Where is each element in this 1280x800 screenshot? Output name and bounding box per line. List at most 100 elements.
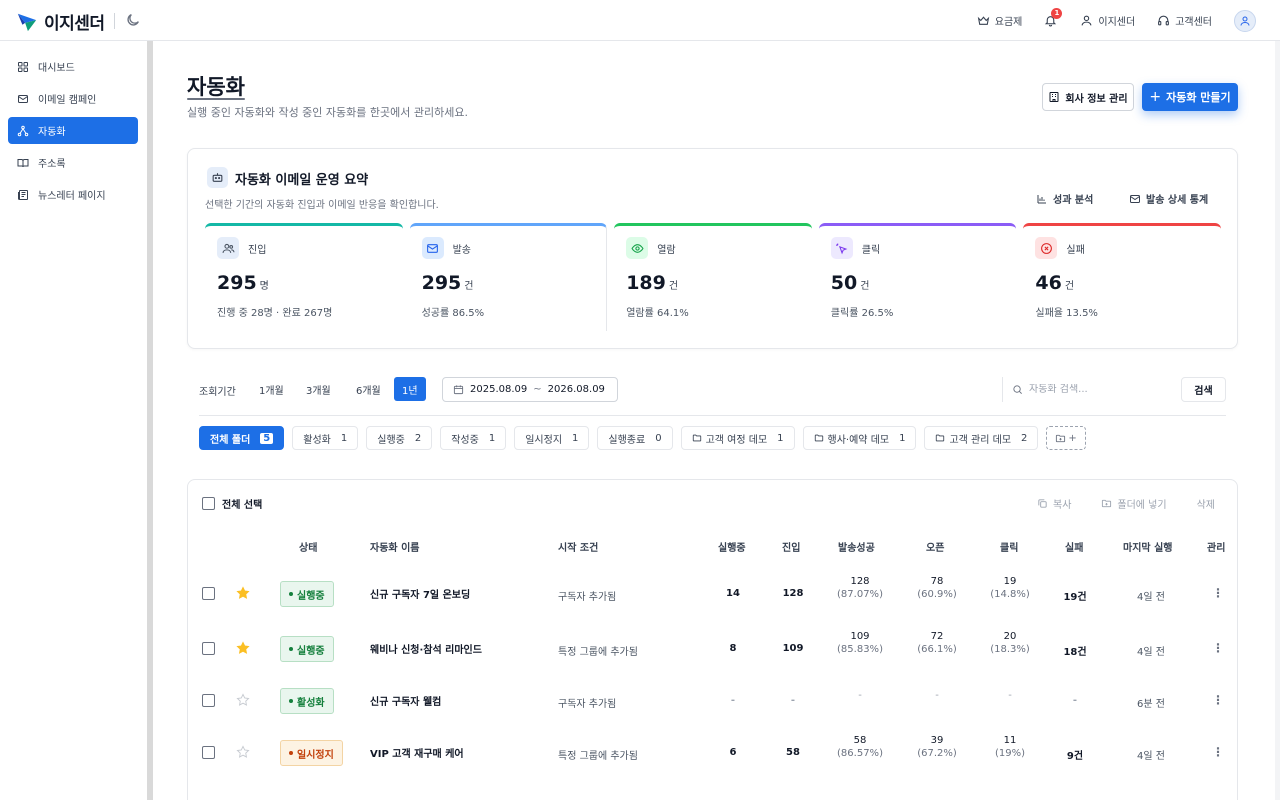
search-input[interactable] <box>1029 384 1169 395</box>
support-link[interactable]: 고객센터 <box>1157 13 1212 28</box>
more-icon[interactable]: ⋮ <box>1212 745 1224 759</box>
folder-chip[interactable]: 전체 폴더 5 <box>199 426 285 450</box>
search-button[interactable]: 검색 <box>1181 377 1226 402</box>
notifications-button[interactable]: 1 <box>1044 7 1063 28</box>
add-folder-button[interactable]: + <box>1046 426 1086 450</box>
status-badge: 활성화 <box>280 688 334 714</box>
create-automation-label: 자동화 만들기 <box>1166 91 1231 104</box>
avatar[interactable] <box>1234 9 1256 32</box>
move-to-folder-button[interactable]: 폴더에 넣기 <box>1101 496 1167 511</box>
automation-name[interactable]: 신규 구독자 7일 온보딩 <box>370 586 470 601</box>
sidebar-item-label: 대시보드 <box>38 63 75 74</box>
col-name[interactable]: 자동화 이름 <box>370 539 419 554</box>
sidebar: 대시보드 이메일 캠페인 자동화 주소록 뉴스레터 페이지 <box>0 41 148 800</box>
folder-chip[interactable]: 고객 관리 데모 2 <box>924 426 1039 450</box>
col-sent[interactable]: 발송성공 <box>838 539 875 554</box>
more-icon[interactable]: ⋮ <box>1212 693 1224 707</box>
sidebar-item-address-book[interactable]: 주소록 <box>8 149 138 176</box>
col-open[interactable]: 오픈 <box>926 539 944 554</box>
more-icon[interactable]: ⋮ <box>1212 641 1224 655</box>
kpi-unit: 건 <box>464 281 474 292</box>
star-icon[interactable] <box>236 586 250 600</box>
automation-name[interactable]: 신규 구독자 웰컴 <box>370 693 441 708</box>
date-range-picker[interactable]: 2025.08.09 ~ 2026.08.09 <box>442 377 618 402</box>
user-avatar-icon <box>1240 16 1250 26</box>
divider <box>114 13 115 29</box>
col-status[interactable]: 상태 <box>299 539 317 554</box>
status-badge: 실행중 <box>280 581 334 607</box>
row-checkbox[interactable] <box>202 642 215 655</box>
add-folder-label: + <box>1068 432 1077 444</box>
status-label: 실행중 <box>297 645 325 657</box>
table-row[interactable]: 실행중 신규 구독자 7일 온보딩 구독자 추가됨 14 128 128 (87.07%) 7… <box>188 568 1239 620</box>
trigger-condition: 특정 그룹에 추가됨 <box>558 647 638 658</box>
main-scrollbar[interactable] <box>1275 41 1280 800</box>
app-logo[interactable]: 이지센더 <box>16 9 105 34</box>
trigger-condition: 특정 그룹에 추가됨 <box>558 751 638 762</box>
period-option-6m[interactable]: 6개월 <box>348 377 389 401</box>
mail-icon <box>1130 194 1140 203</box>
period-option-1y[interactable]: 1년 <box>394 377 426 401</box>
col-trigger[interactable]: 시작 조건 <box>558 539 598 554</box>
sent-percent: (87.07%) <box>837 589 883 600</box>
chip-label: 고객 여정 데모 <box>705 434 768 446</box>
star-icon[interactable] <box>236 641 250 655</box>
x-circle-icon <box>1035 237 1058 259</box>
table-row[interactable]: 활성화 신규 구독자 웰컴 구독자 추가됨 - - - - - - 6분 전 ⋮ <box>188 675 1239 727</box>
company-info-button[interactable]: 회사 정보 관리 <box>1042 83 1134 111</box>
period-option-1m[interactable]: 1개월 <box>251 377 292 401</box>
eye-icon <box>626 237 649 259</box>
moon-icon[interactable] <box>125 12 141 28</box>
row-checkbox[interactable] <box>202 587 215 600</box>
period-option-3m[interactable]: 3개월 <box>298 377 339 401</box>
folder-chip[interactable]: 작성중 1 <box>440 426 507 450</box>
delete-button[interactable]: 삭제 <box>1197 496 1215 511</box>
automation-name[interactable]: VIP 고객 재구매 케어 <box>370 745 464 760</box>
more-icon[interactable]: ⋮ <box>1212 586 1224 600</box>
sidebar-item-newsletter[interactable]: 뉴스레터 페이지 <box>8 181 138 208</box>
folder-chip[interactable]: 일시정지 1 <box>514 426 590 450</box>
col-entered[interactable]: 진입 <box>782 539 800 554</box>
click-value: 19 <box>1003 576 1017 587</box>
sidebar-item-label: 주소록 <box>38 159 66 170</box>
sidebar-item-dashboard[interactable]: 대시보드 <box>8 53 138 80</box>
col-fail[interactable]: 실패 <box>1065 539 1083 554</box>
table-row[interactable]: 일시정지 VIP 고객 재구매 케어 특정 그룹에 추가됨 6 58 58 (86.57%)… <box>188 727 1239 779</box>
kpi-note: 실패율 13.5% <box>1035 308 1098 319</box>
performance-analysis-label: 성과 분석 <box>1053 195 1094 206</box>
star-icon[interactable] <box>236 693 250 707</box>
divider <box>199 415 1226 416</box>
folder-chip[interactable]: 실행종료 0 <box>597 426 673 450</box>
folder-chip[interactable]: 행사·예약 데모 1 <box>802 426 917 450</box>
row-checkbox[interactable] <box>202 694 215 707</box>
running-count: 8 <box>729 643 737 654</box>
col-last-run[interactable]: 마지막 실행 <box>1123 539 1172 554</box>
folder-chip[interactable]: 실행중 2 <box>366 426 433 450</box>
copy-button[interactable]: 복사 <box>1037 496 1071 511</box>
send-stats-link[interactable]: 발송 상세 통계 <box>1129 191 1208 206</box>
sidebar-item-automation[interactable]: 자동화 <box>8 117 138 144</box>
automation-name[interactable]: 웨비나 신청·참석 리마인드 <box>370 641 482 656</box>
col-running[interactable]: 실행중 <box>718 539 746 554</box>
select-all-checkbox[interactable] <box>202 497 215 510</box>
kpi-opened: 열람 189 건 열람률 64.1% <box>614 223 812 331</box>
col-click[interactable]: 클릭 <box>1000 539 1018 554</box>
row-checkbox[interactable] <box>202 746 215 759</box>
kpi-unit: 건 <box>1064 281 1075 292</box>
trigger-condition: 구독자 추가됨 <box>558 592 617 603</box>
star-icon[interactable] <box>236 745 250 759</box>
account-link[interactable]: 이지센더 <box>1080 13 1135 28</box>
pricing-link[interactable]: 요금제 <box>977 13 1022 28</box>
performance-analysis-link[interactable]: 성과 분석 <box>1036 191 1093 206</box>
kpi-unit: 건 <box>668 281 679 292</box>
table-row[interactable]: 실행중 웨비나 신청·참석 리마인드 특정 그룹에 추가됨 8 109 109 (85.83… <box>188 623 1239 675</box>
sidebar-item-email-campaign[interactable]: 이메일 캠페인 <box>8 85 138 112</box>
create-automation-button[interactable]: + 자동화 만들기 <box>1142 83 1238 111</box>
folder-chip[interactable]: 활성화 1 <box>292 426 359 450</box>
folder-chip[interactable]: 고객 여정 데모 1 <box>680 426 795 450</box>
workflow-icon <box>17 125 29 136</box>
sidebar-item-label: 뉴스레터 페이지 <box>38 191 106 202</box>
summary-subtitle: 선택한 기간의 자동화 진입과 이메일 반응을 확인합니다. <box>205 200 439 211</box>
kpi-label: 발송 <box>452 244 471 256</box>
sent-count: - <box>858 690 862 703</box>
